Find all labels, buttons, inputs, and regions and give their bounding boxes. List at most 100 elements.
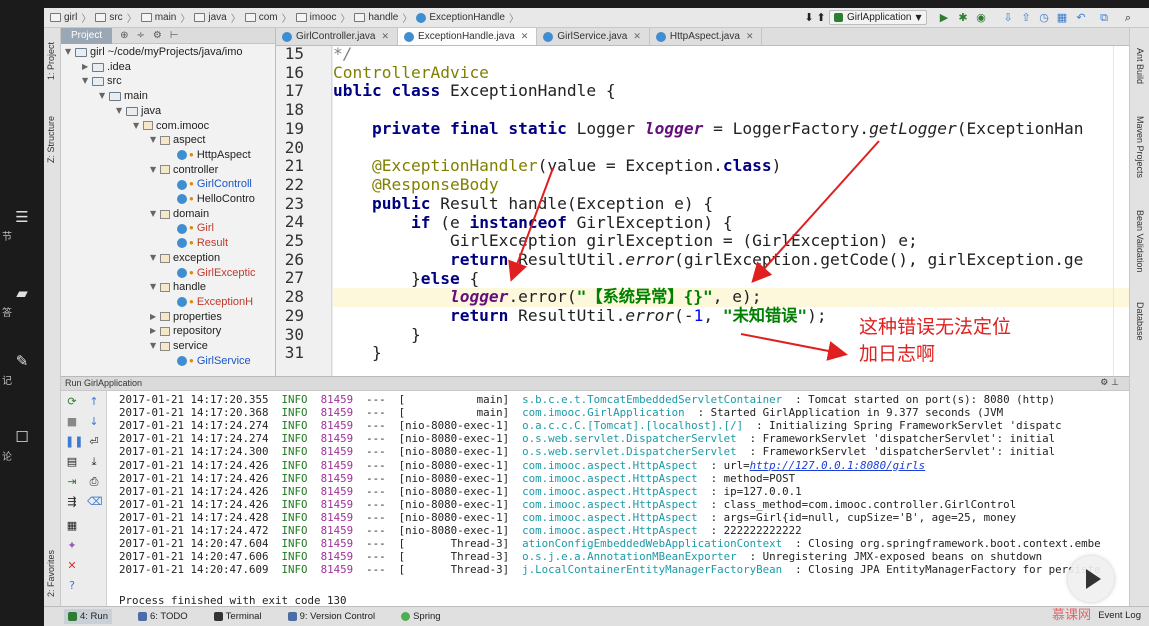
collapse-icon[interactable]: ÷ [137,30,145,41]
vcs-update-icon[interactable]: ⇩ [1001,11,1015,24]
expanded-arrow-icon[interactable]: ▼ [82,74,92,89]
exit-icon[interactable]: ⇶ [65,495,79,509]
settings-icon[interactable]: ⚙ ⊥ [1100,377,1119,390]
run-console[interactable]: 2017-01-21 14:17:20.355 INFO 81459 --- [… [107,391,1129,606]
close-icon[interactable]: ✕ [746,32,754,42]
tree-item[interactable]: ▼ main [99,89,148,104]
tree-item[interactable]: ▼ aspect [150,133,205,148]
tree-item[interactable]: ● Girl [167,221,214,236]
close-panel-icon[interactable]: ✕ [65,559,79,573]
hide-icon[interactable]: ⊢ [170,30,179,41]
revert-icon[interactable]: ↶ [1074,11,1088,24]
history-icon[interactable]: ◷ [1037,11,1051,24]
project-view-select[interactable]: Project [61,28,113,44]
target-icon[interactable]: ⊕ [120,30,128,41]
tree-item[interactable]: ▼ service [150,339,208,354]
run-icon[interactable]: ▶ [937,11,951,24]
breadcrumb-item[interactable]: girl 〉 [50,10,91,25]
collapsed-arrow-icon[interactable]: ▶ [150,310,160,325]
version-control-tool-button[interactable]: 9: Version Control [287,611,375,622]
comments-nav[interactable]: ☐ 论 [0,428,44,463]
favorites-tool-tab[interactable]: 2: Favorites [46,550,56,597]
print-icon[interactable]: ⎙ [87,475,101,489]
expanded-arrow-icon[interactable]: ▼ [150,133,160,148]
tree-item[interactable]: ● HelloContro [167,192,255,207]
tree-item[interactable]: ▼ handle [150,280,206,295]
tree-item[interactable]: ● GirlService [167,354,251,369]
tree-item[interactable]: ● GirlExceptic [167,266,256,281]
debug-icon[interactable]: ✱ [956,11,970,24]
tree-item[interactable]: ● Result [167,236,228,251]
expanded-arrow-icon[interactable]: ▼ [99,89,109,104]
tree-item[interactable]: ▼ domain [150,207,209,222]
tree-item[interactable]: ▶ .idea [82,60,131,75]
database-tab[interactable]: Database [1135,302,1145,341]
expanded-arrow-icon[interactable]: ▼ [150,163,160,178]
tree-item[interactable]: ▼ exception [150,251,220,266]
scroll-up-icon[interactable]: ↑ [87,395,101,409]
expanded-arrow-icon[interactable]: ▼ [150,339,160,354]
coverage-icon[interactable]: ◉ [974,11,988,24]
maven-projects-tab[interactable]: Maven Projects [1135,116,1145,178]
close-icon[interactable]: ✕ [521,32,529,42]
project-tool-tab[interactable]: 1: Project [46,42,56,80]
collapsed-arrow-icon[interactable]: ▶ [82,60,92,75]
log-url-link[interactable]: http://127.0.0.1:8080/girls [750,459,926,472]
tree-item[interactable]: ▼ controller [150,163,218,178]
video-play-button[interactable] [1068,556,1114,602]
tree-item[interactable]: ● GirlControll [167,177,252,192]
rerun-icon[interactable]: ⟳ [65,395,79,409]
run-tool-button[interactable]: 4: Run [64,609,112,624]
spring-tool-button[interactable]: Spring [401,611,441,622]
notes-nav[interactable]: ✎ 记 [0,352,44,387]
expanded-arrow-icon[interactable]: ▼ [150,280,160,295]
chapter-nav[interactable]: ☰ 节 [0,208,44,243]
tree-item[interactable]: ▼ java [116,104,161,119]
breadcrumb-item[interactable]: ExceptionHandle 〉 [416,10,519,25]
stop-icon[interactable]: ■ [65,415,79,429]
delete-icon[interactable]: ⌫ [87,495,103,509]
run-config-select[interactable]: GirlApplication ▼ [829,10,927,25]
layout-icon[interactable]: ▦ [65,519,79,533]
tab-girlservice[interactable]: GirlService.java ✕ [537,28,650,45]
breadcrumb-item[interactable]: src 〉 [95,10,137,25]
terminal-tool-button[interactable]: Terminal [213,611,262,622]
structure-tool-tab[interactable]: Z: Structure [46,116,56,163]
tree-item[interactable]: ▼ com.imooc [133,119,209,134]
collapsed-arrow-icon[interactable]: ▶ [150,324,160,339]
qa-nav[interactable]: ▰ 答 [0,284,44,319]
expanded-arrow-icon[interactable]: ▼ [133,119,143,134]
event-log-button[interactable]: Event Log [1098,610,1141,621]
bean-validation-tab[interactable]: Bean Validation [1135,210,1145,272]
breadcrumb-item[interactable]: java 〉 [194,10,241,25]
restore-layout-icon[interactable]: ▤ [65,455,79,469]
scroll-down-icon[interactable]: ↓ [87,415,101,429]
close-icon[interactable]: ✕ [381,32,389,42]
breadcrumb-item[interactable]: handle 〉 [354,10,412,25]
vcs-commit-icon[interactable]: ⇧ [1019,11,1033,24]
tree-item[interactable]: ● HttpAspect [167,148,251,163]
ant-build-tab[interactable]: Ant Build [1135,48,1145,84]
help-icon[interactable]: ? [65,579,79,593]
breadcrumb-item[interactable]: main 〉 [140,10,190,25]
gear-icon[interactable]: ⚙ [153,30,162,41]
expanded-arrow-icon[interactable]: ▼ [65,45,75,60]
dump-threads-icon[interactable]: ⇥ [65,475,79,489]
breadcrumb-item[interactable]: com 〉 [244,10,292,25]
tab-httpaspect[interactable]: HttpAspect.java ✕ [650,28,763,45]
wrap-icon[interactable]: ⏎ [87,435,101,449]
pause-icon[interactable]: ❚❚ [65,435,83,449]
tab-girlcontroller[interactable]: GirlController.java ✕ [276,28,399,45]
tab-exceptionhandle[interactable]: ExceptionHandle.java ✕ [398,28,538,45]
expanded-arrow-icon[interactable]: ▼ [116,104,126,119]
search-icon[interactable]: ⌕ [1121,11,1135,24]
build-up-icon[interactable]: ⬆ [814,11,828,24]
tree-item[interactable]: ▶ properties [150,310,222,325]
close-icon[interactable]: ✕ [633,32,641,42]
scroll-end-icon[interactable]: ⤓ [87,455,101,469]
tree-item[interactable]: ▼ girl ~/code/myProjects/java/imo [65,45,243,60]
expanded-arrow-icon[interactable]: ▼ [150,251,160,266]
expanded-arrow-icon[interactable]: ▼ [150,207,160,222]
tree-item[interactable]: ▶ repository [150,324,221,339]
todo-tool-button[interactable]: 6: TODO [138,611,188,622]
